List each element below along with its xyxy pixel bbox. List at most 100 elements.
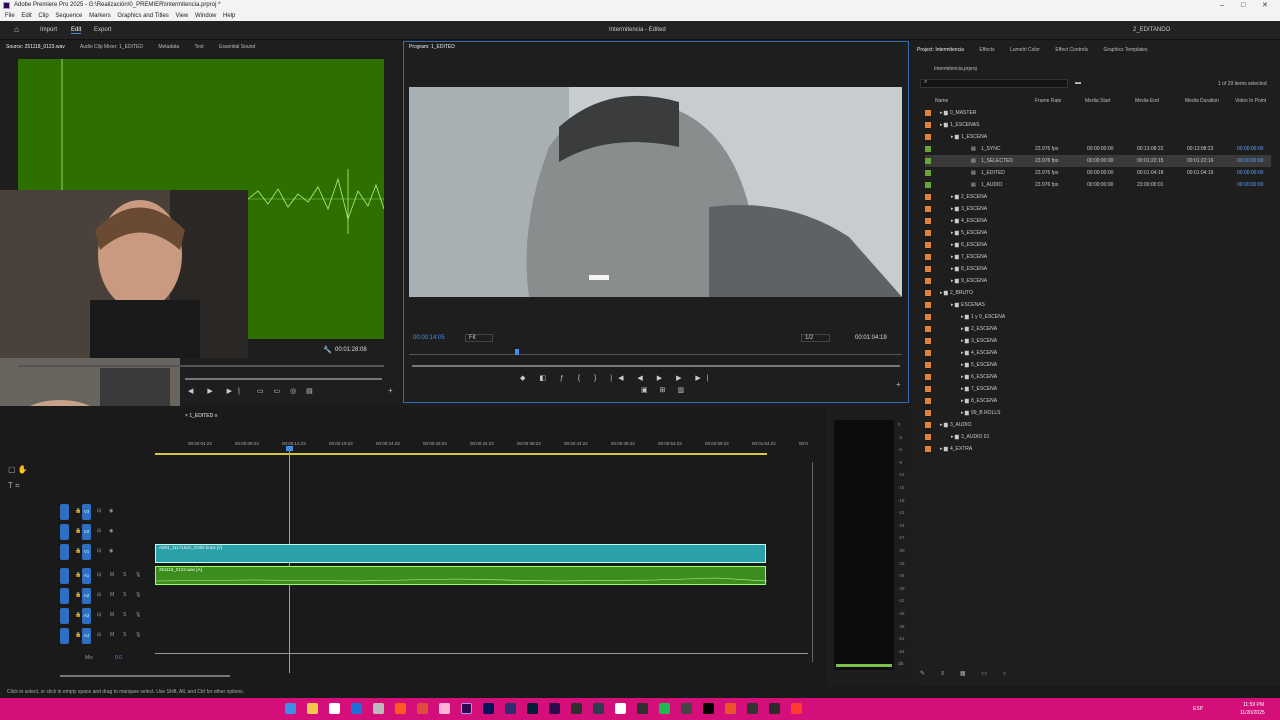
whatsapp-icon[interactable]	[439, 703, 450, 714]
item-video-in-point[interactable]: 00:00:00:00	[1237, 179, 1263, 191]
tab-effect-controls[interactable]: Effect Controls	[1055, 47, 1088, 53]
project-search-input[interactable]: ⌕	[920, 79, 1068, 88]
lock-icon[interactable]: 🔒	[75, 592, 81, 598]
project-item[interactable]: ▸ ▆ 6_ESCENA	[925, 371, 1271, 383]
label-color-swatch[interactable]	[925, 290, 931, 296]
app-icon-4[interactable]	[769, 703, 780, 714]
track-label[interactable]: A2	[82, 588, 91, 604]
zoom-fit-dropdown[interactable]: Fit	[465, 334, 493, 342]
acrobat-icon[interactable]	[791, 703, 802, 714]
tab-project[interactable]: Project: Intermitencia	[917, 47, 964, 53]
playhead-handle[interactable]	[286, 446, 293, 451]
project-item[interactable]: ▸ ▆ 4_ESCENA	[925, 347, 1271, 359]
track-label[interactable]: V3	[82, 504, 91, 520]
program-timecode[interactable]: 00:00:14:05	[413, 335, 445, 341]
menu-file[interactable]: File	[5, 13, 15, 19]
label-color-swatch[interactable]	[925, 110, 931, 116]
sync-icon[interactable]: ⊟	[97, 528, 101, 534]
track-target[interactable]	[60, 588, 69, 604]
source-zoom-bar[interactable]	[185, 378, 382, 380]
spotify-icon[interactable]	[659, 703, 670, 714]
timeline-vertical-scroll[interactable]	[812, 462, 813, 662]
tab-essential-sound[interactable]: Essential Sound	[219, 44, 255, 50]
label-color-swatch[interactable]	[925, 386, 931, 392]
project-item[interactable]: ▸ ▆ 1_ESCENA	[925, 131, 1271, 143]
mute-icon[interactable]: M	[110, 592, 114, 598]
eye-icon[interactable]: ◉	[109, 508, 113, 514]
project-item[interactable]: ▸ ▆ 1 y 9_ESCENA	[925, 311, 1271, 323]
project-bottom-toolbar[interactable]: ✎ ≡ ▦ ▭ ○	[920, 670, 1275, 680]
label-color-swatch[interactable]	[925, 206, 931, 212]
taskbar-date[interactable]: 11/20/2025	[1240, 710, 1265, 716]
source-insert-overwrite-icons[interactable]: ▭ ▭ ◎ ▤	[257, 387, 317, 395]
mute-icon[interactable]: M	[110, 612, 114, 618]
track-target[interactable]	[60, 504, 69, 520]
project-item[interactable]: ▸ ▆ 3_AUDIO 01	[925, 431, 1271, 443]
project-item[interactable]: ▸ ▆ 4_ESCENA	[925, 215, 1271, 227]
menu-window[interactable]: Window	[195, 13, 216, 19]
project-item[interactable]: ▤ 1_SYNC 23.976 fps 00:00:00:00 00:13:08:22 0…	[925, 143, 1271, 155]
col-media-start[interactable]: Media Start	[1085, 98, 1111, 104]
mic-icon[interactable]: 🎙	[135, 632, 141, 638]
label-color-swatch[interactable]	[925, 182, 931, 188]
project-item[interactable]: ▸ ▆ 3_ESCENA	[925, 203, 1271, 215]
app-icon[interactable]	[373, 703, 384, 714]
track-target[interactable]	[60, 568, 69, 584]
sync-icon[interactable]: ⊟	[97, 592, 101, 598]
work-area-bar[interactable]	[155, 453, 767, 455]
label-color-swatch[interactable]	[925, 242, 931, 248]
audio-clip[interactable]: 251118_0123.wav [A]	[155, 566, 767, 585]
tab-graphics-templates[interactable]: Graphics Templates	[1103, 47, 1147, 53]
project-item[interactable]: ▸ ▆ 3_ESCENA	[925, 335, 1271, 347]
track-target[interactable]	[60, 524, 69, 540]
tab-metadata[interactable]: Metadata	[158, 44, 179, 50]
brave-icon[interactable]	[395, 703, 406, 714]
project-item[interactable]: ▸ ▆ 5_ESCENA	[925, 359, 1271, 371]
lock-icon[interactable]: 🔒	[75, 612, 81, 618]
track-header-a4[interactable]: 🔒 A4 ⊟ M S 🎙	[60, 627, 150, 645]
label-color-swatch[interactable]	[925, 314, 931, 320]
menu-graphics[interactable]: Graphics and Titles	[117, 13, 168, 19]
track-header-a3[interactable]: 🔒 A3 ⊟ M S 🎙	[60, 607, 150, 625]
resolution-dropdown[interactable]: 1/2	[801, 334, 831, 342]
program-zoom-bar[interactable]	[412, 365, 900, 367]
lock-icon[interactable]: 🔒	[75, 548, 81, 554]
mic-icon[interactable]: 🎙	[135, 592, 141, 598]
label-color-swatch[interactable]	[925, 146, 931, 152]
project-item[interactable]: ▸ ▆ 6_ESCENA	[925, 239, 1271, 251]
project-item[interactable]: ▸ ▆ 8_ESCENA	[925, 395, 1271, 407]
sync-icon[interactable]: ⊟	[97, 548, 101, 554]
col-frame-rate[interactable]: Frame Rate	[1035, 98, 1061, 104]
tab-export[interactable]: Export	[94, 27, 111, 33]
type-tool-icon[interactable]: T ⌗	[8, 481, 19, 490]
windows-icon[interactable]	[615, 703, 626, 714]
label-color-swatch[interactable]	[925, 158, 931, 164]
workspace-name[interactable]: 2_EDITANDO	[1133, 27, 1170, 33]
project-item[interactable]: ▸ ▆ ESCENAS	[925, 299, 1271, 311]
label-color-swatch[interactable]	[925, 254, 931, 260]
lock-icon[interactable]: 🔒	[75, 572, 81, 578]
label-color-swatch[interactable]	[925, 278, 931, 284]
solo-icon[interactable]: S	[123, 572, 126, 578]
eye-icon[interactable]: ◉	[109, 548, 113, 554]
lock-icon[interactable]: 🔒	[75, 528, 81, 534]
program-transport-controls[interactable]: ◆ ◧ ƒ { } |◀ ◀ ▶ ▶ ▶|	[520, 374, 715, 382]
label-color-swatch[interactable]	[925, 122, 931, 128]
menu-help[interactable]: Help	[223, 13, 235, 19]
item-video-in-point[interactable]: 00:00:00:00	[1237, 155, 1263, 167]
lightroom-icon[interactable]	[527, 703, 538, 714]
label-color-swatch[interactable]	[925, 446, 931, 452]
label-color-swatch[interactable]	[925, 434, 931, 440]
project-item[interactable]: ▤ 1_SELECTED 23.976 fps 00:00:00:00 00:01:22…	[925, 155, 1271, 167]
track-target[interactable]	[60, 608, 69, 624]
project-item[interactable]: ▸ ▆ 9_ESCENA	[925, 275, 1271, 287]
wrench-icon[interactable]: 🔧	[323, 346, 332, 354]
project-item[interactable]: ▸ ▆ 8_ESCENA	[925, 263, 1271, 275]
mix-value[interactable]: 0.0	[115, 655, 122, 661]
project-item[interactable]: ▸ ▆ 2_ESCENA	[925, 191, 1271, 203]
tab-audio-clip-mixer[interactable]: Audio Clip Mixer: 1_EDITED	[80, 44, 143, 50]
tab-text[interactable]: Text	[195, 44, 204, 50]
timeline-zoom-scroll[interactable]	[60, 675, 230, 677]
track-header-a1[interactable]: 🔒 A1 ⊟ M S 🎙	[60, 567, 150, 585]
project-item[interactable]: ▸ ▆ 3_AUDIO	[925, 419, 1271, 431]
